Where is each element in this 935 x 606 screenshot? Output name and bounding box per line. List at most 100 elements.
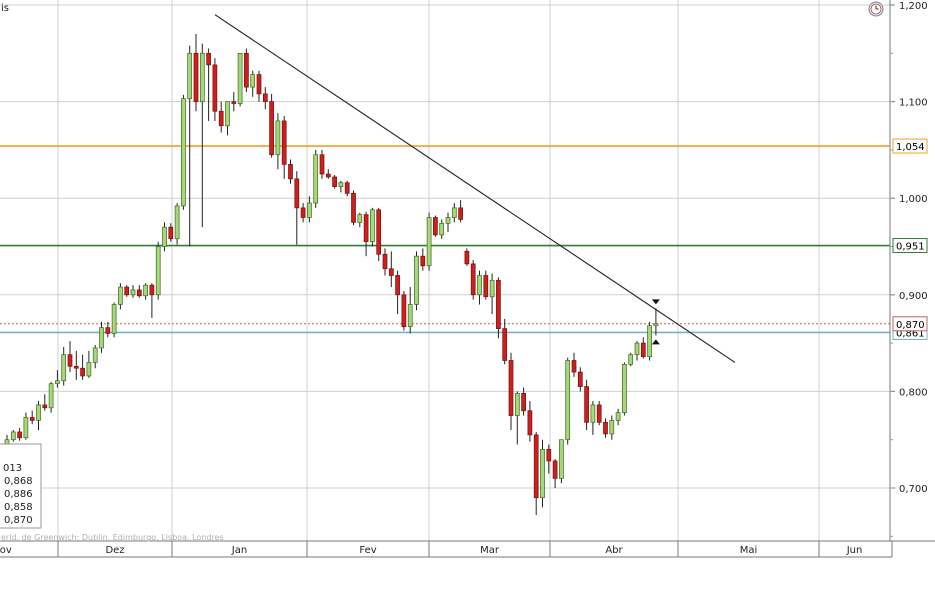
candle-body-up	[86, 362, 92, 377]
candle	[433, 215, 438, 237]
candle	[10, 430, 16, 442]
candle-body-up	[162, 226, 167, 247]
candle	[464, 248, 470, 266]
chart-background	[0, 0, 935, 602]
candle-body-up	[653, 323, 659, 327]
y-tick-label: 1,200	[899, 1, 928, 12]
candle-body-up	[407, 304, 413, 328]
y-tick-label: 1,000	[899, 194, 928, 205]
candle	[401, 290, 407, 331]
candle-body-up	[237, 52, 243, 104]
candle-body-down	[458, 207, 463, 220]
level-label-text: 0,951	[896, 242, 925, 253]
candle-body-down	[401, 294, 407, 328]
candle-body-down	[262, 93, 268, 102]
candle-body-down	[124, 286, 130, 296]
candle-body-down	[319, 154, 325, 175]
candle	[470, 260, 476, 300]
ohlc-open-value: 0,868	[4, 476, 33, 487]
candle	[584, 379, 589, 431]
candle-body-up	[143, 284, 148, 297]
candle-body-up	[313, 154, 319, 204]
candle-body-down	[464, 250, 470, 265]
candle-body-up	[118, 286, 123, 305]
candle	[174, 203, 180, 245]
candle-body-up	[451, 207, 457, 218]
x-month-label: Fev	[359, 545, 376, 556]
x-month-label: Jan	[231, 545, 247, 556]
candle	[48, 381, 54, 413]
candle-body-down	[288, 164, 293, 180]
y-tick-label: 0,700	[899, 484, 928, 495]
candle-body-up	[414, 255, 419, 305]
candle-body-up	[370, 209, 375, 243]
candle-body-up	[275, 120, 281, 156]
candle-body-down	[67, 354, 73, 367]
candle-body-down	[17, 431, 22, 439]
level-label: 1,054	[892, 138, 928, 154]
candle-body-up	[199, 52, 205, 102]
level-label-text: 1,054	[896, 142, 925, 153]
candle-body-up	[99, 327, 104, 349]
candle-body-up	[55, 380, 60, 385]
candle	[111, 302, 117, 338]
candle-body-down	[332, 176, 337, 187]
chart-canvas: 1,200 1,100 1,000 0,900 0,800 0,700 Nov Dez Jan…	[0, 0, 935, 602]
candle-body-down	[244, 52, 249, 88]
x-month-label: Dez	[105, 545, 124, 556]
candle	[376, 207, 382, 261]
candle-body-down	[212, 64, 218, 112]
candle-body-down	[42, 404, 48, 409]
candle-body-up	[628, 354, 634, 365]
candle-body-up	[48, 383, 54, 409]
candle-body-up	[187, 52, 193, 100]
candle-body-down	[351, 193, 356, 223]
candle	[565, 357, 571, 445]
candle-body-down	[294, 178, 300, 209]
candle-body-up	[540, 449, 545, 499]
candle-body-down	[231, 101, 237, 104]
ohlc-low-value: 0,858	[4, 502, 33, 513]
candle-body-up	[61, 354, 67, 382]
candle-body-up	[647, 325, 652, 357]
candle-body-down	[577, 371, 583, 387]
ohlc-close-value: 0,870	[4, 515, 33, 526]
candle-body-down	[325, 173, 331, 178]
candle-body-down	[206, 52, 211, 66]
candle-body-down	[603, 421, 608, 435]
candle-body-up	[174, 205, 180, 240]
candle-body-up	[155, 246, 161, 296]
candle-body-down	[269, 101, 274, 156]
candle-body-up	[615, 412, 621, 421]
candle-body-down	[218, 110, 224, 127]
candle	[313, 149, 319, 208]
candle-body-up	[590, 404, 596, 423]
ohlc-high-value: 0,886	[4, 489, 33, 500]
candle-body-down	[571, 360, 577, 373]
candle-body-up	[514, 392, 520, 416]
candle-body-up	[439, 222, 445, 236]
candle-body-down	[584, 386, 589, 423]
candle-body-up	[634, 342, 640, 356]
candle-body-down	[73, 365, 79, 369]
candle-body-down	[376, 209, 382, 255]
candle	[212, 58, 218, 121]
candle-body-down	[470, 263, 476, 296]
clock-icon[interactable]	[868, 1, 884, 17]
x-month-label: Nov	[0, 545, 12, 556]
chart-container: 1,200 1,100 1,000 0,900 0,800 0,700 Nov Dez Jan…	[0, 0, 935, 602]
candle-body-down	[552, 460, 558, 479]
candle-body-down	[80, 367, 85, 377]
x-month-label: Mar	[480, 545, 500, 556]
candle-body-up	[338, 182, 344, 187]
candle-body-down	[496, 279, 501, 329]
candle-body-down	[193, 52, 199, 102]
candle	[237, 52, 243, 107]
y-tick-label: 1,100	[899, 98, 928, 109]
candle-body-down	[281, 120, 287, 165]
candle-body-up	[559, 439, 564, 479]
candle-body-down	[502, 328, 508, 361]
candle-body-down	[395, 275, 400, 296]
candle-body-down	[256, 74, 262, 95]
candle-body-down	[300, 207, 306, 218]
